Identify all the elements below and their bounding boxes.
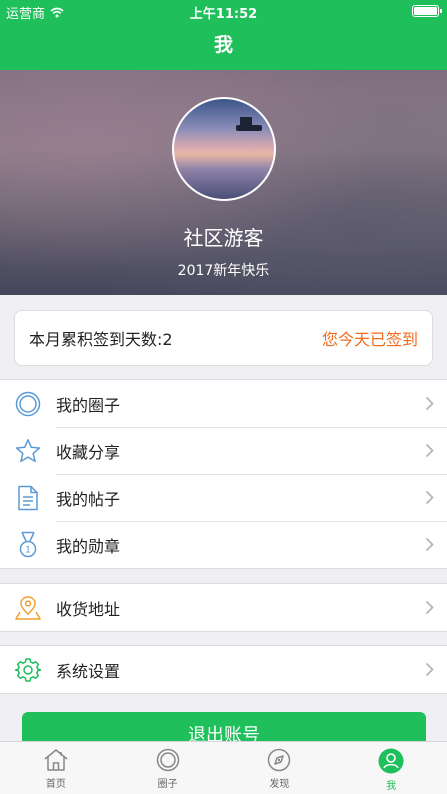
menu-group-address: 收货地址 [0, 583, 447, 632]
tab-label: 首页 [45, 779, 66, 790]
chevron-right-icon [411, 662, 447, 677]
user-icon [378, 748, 404, 774]
gear-icon [0, 646, 56, 693]
signin-count: 本月累积签到天数:2 [29, 330, 173, 349]
menu-item-my-circles[interactable]: 我的圈子 [0, 380, 447, 427]
location-pin-icon [0, 584, 56, 631]
menu-group-main: 我的圈子 收藏分享 我的帖子 1 我的勋章 [0, 379, 447, 569]
signin-card: 本月累积签到天数:2 您今天已签到 [14, 310, 433, 366]
compass-icon [268, 748, 291, 772]
home-icon [44, 749, 68, 771]
svg-text:1: 1 [25, 545, 31, 555]
circle-icon [0, 380, 56, 427]
menu-item-label: 系统设置 [56, 661, 121, 681]
menu-item-label: 收货地址 [56, 599, 121, 619]
avatar[interactable] [172, 97, 276, 201]
menu-item-my-posts[interactable]: 我的帖子 [0, 474, 447, 521]
menu-item-system-settings[interactable]: 系统设置 [0, 646, 447, 693]
menu-group-settings: 系统设置 [0, 645, 447, 694]
medal-icon: 1 [0, 521, 56, 568]
tab-me[interactable]: 我 [335, 742, 447, 794]
signin-status: 您今天已签到 [321, 330, 418, 349]
chevron-right-icon [411, 537, 447, 552]
menu-item-shipping-address[interactable]: 收货地址 [0, 584, 447, 631]
tab-home[interactable]: 首页 [0, 742, 112, 794]
tab-circles[interactable]: 圈子 [112, 742, 224, 794]
profile-username: 社区游客 [183, 226, 264, 250]
chevron-right-icon [411, 443, 447, 458]
circle-icon [156, 748, 179, 772]
tab-discover[interactable]: 发现 [224, 742, 336, 794]
menu-item-my-medals[interactable]: 1 我的勋章 [0, 521, 447, 568]
profile-header: 社区游客 2017新年快乐 [0, 70, 447, 295]
document-icon [0, 474, 56, 521]
tab-label: 发现 [269, 779, 290, 790]
menu-item-favorites[interactable]: 收藏分享 [0, 427, 447, 474]
menu-item-label: 我的圈子 [56, 395, 121, 415]
profile-motto: 2017新年快乐 [177, 263, 270, 279]
chevron-right-icon [411, 600, 447, 615]
status-bar: 运营商 上午11:52 [0, 0, 447, 22]
tab-label: 我 [386, 781, 397, 792]
chevron-right-icon [411, 490, 447, 505]
tab-label: 圈子 [157, 779, 178, 790]
star-icon [0, 427, 56, 474]
chevron-right-icon [411, 396, 447, 411]
status-time: 上午11:52 [189, 7, 258, 22]
menu-item-label: 我的帖子 [56, 489, 121, 509]
nav-title: 我 [0, 22, 447, 70]
menu-item-label: 我的勋章 [56, 536, 121, 556]
battery-icon [412, 5, 442, 17]
tab-bar: 首页 圈子 发现 我 [0, 741, 447, 794]
menu-item-label: 收藏分享 [56, 442, 121, 462]
